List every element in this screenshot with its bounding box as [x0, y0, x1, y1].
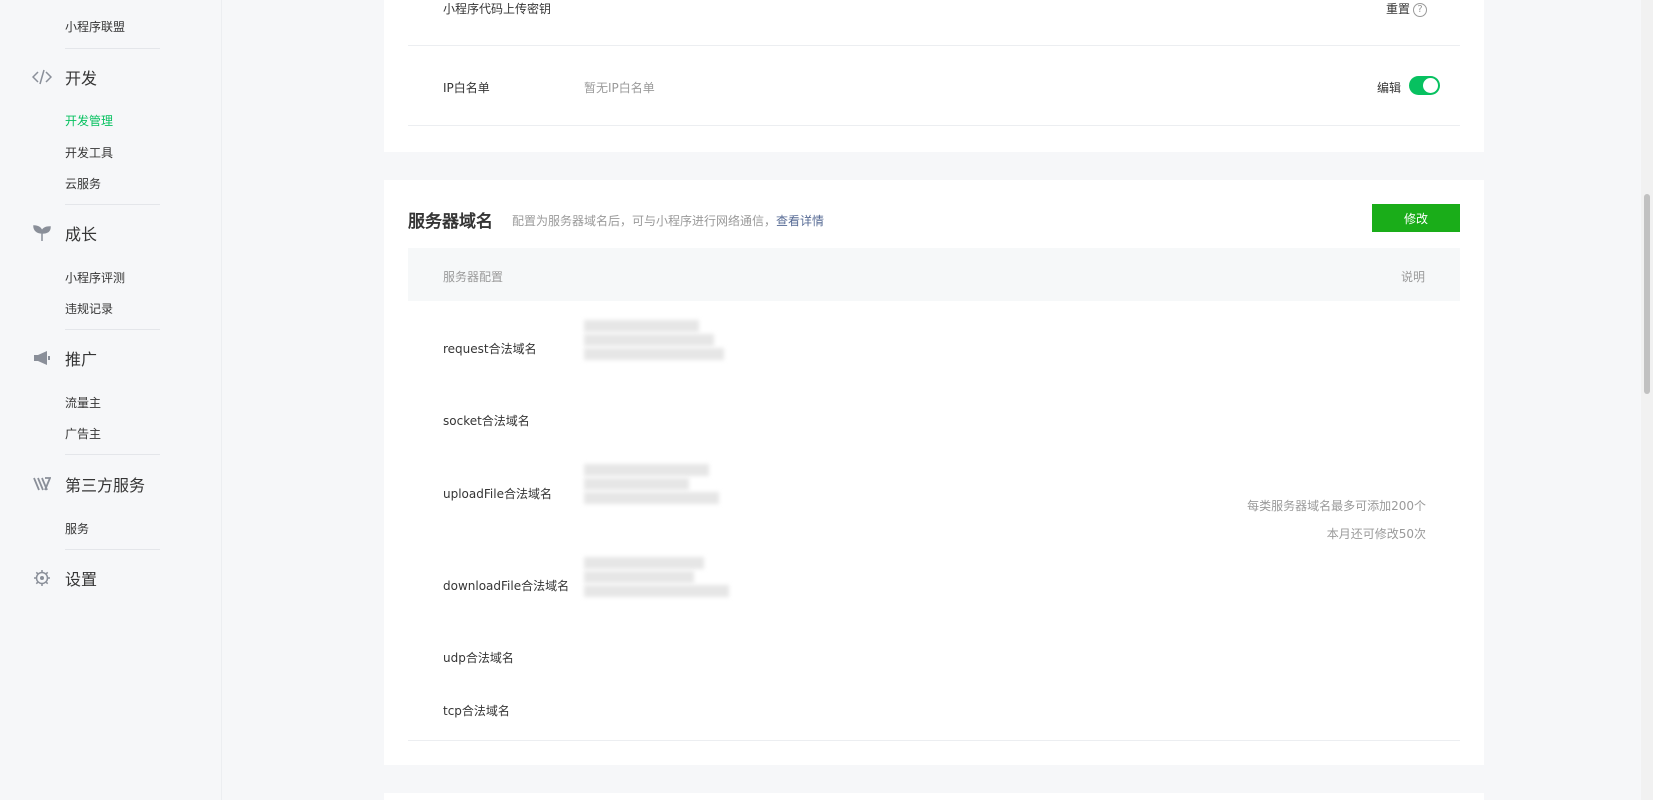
sidebar-item-service[interactable]: 服务	[65, 520, 89, 537]
reset-secret-link[interactable]: 重置?	[1386, 0, 1427, 17]
sidebar-item-advertiser[interactable]: 广告主	[65, 425, 101, 442]
sidebar-item-traffic-owner[interactable]: 流量主	[65, 394, 101, 411]
sidebar-group-promotion[interactable]: 推广	[32, 347, 97, 369]
ip-whitelist-value: 暂无IP白名单	[584, 81, 655, 95]
sidebar-divider	[65, 454, 160, 455]
sidebar-item-miniprogram-union[interactable]: 小程序联盟	[65, 18, 125, 35]
table-header: 服务器配置 说明	[408, 248, 1460, 301]
help-icon[interactable]: ?	[1413, 2, 1427, 17]
sidebar-item-miniprogram-review[interactable]: 小程序评测	[65, 269, 125, 286]
page-scrollbar[interactable]	[1641, 0, 1653, 800]
domain-limit-note: 每类服务器域名最多可添加200个	[1247, 499, 1426, 513]
server-domain-card: 服务器域名 配置为服务器域名后，可与小程序进行网络通信，查看详情 修改 服务器配…	[384, 180, 1484, 765]
sidebar-group-settings[interactable]: 设置	[32, 567, 97, 589]
row-divider	[408, 125, 1460, 126]
next-card	[384, 793, 1484, 800]
row-divider	[408, 740, 1460, 741]
toggle-knob	[1423, 78, 1438, 93]
gear-icon	[32, 568, 52, 588]
sidebar-group-growth[interactable]: 成长	[32, 222, 97, 244]
header-server-config: 服务器配置	[443, 270, 504, 284]
code-icon	[32, 67, 52, 87]
downloadfile-domain-values-blurred	[584, 557, 729, 599]
sidebar-divider	[65, 204, 160, 205]
sidebar-item-dev-tools[interactable]: 开发工具	[65, 144, 113, 161]
sidebar-item-dev-management[interactable]: 开发管理	[65, 112, 113, 129]
udp-domain-label: udp合法域名	[443, 651, 514, 665]
section-title: 服务器域名	[408, 212, 493, 232]
description-text: 配置为服务器域名后，可与小程序进行网络通信，	[512, 214, 777, 228]
header-note: 说明	[1400, 270, 1425, 284]
sidebar-group-label: 推广	[65, 350, 98, 369]
sidebar-item-violation-records[interactable]: 违规记录	[65, 300, 113, 317]
third-party-icon	[32, 474, 52, 494]
sidebar: 小程序联盟 开发 开发管理 开发工具 云服务 成长 小程序评测 违规记录 推广 …	[0, 0, 222, 800]
sprout-icon	[32, 223, 52, 243]
modify-button[interactable]: 修改	[1372, 204, 1460, 232]
sidebar-group-develop[interactable]: 开发	[32, 66, 97, 88]
sidebar-divider	[65, 549, 160, 550]
sidebar-group-third-party[interactable]: 第三方服务	[32, 473, 145, 495]
monthly-modify-note: 本月还可修改50次	[1326, 527, 1426, 541]
scrollbar-thumb[interactable]	[1644, 194, 1650, 394]
ip-whitelist-edit-link[interactable]: 编辑	[1377, 79, 1401, 96]
uploadfile-domain-values-blurred	[584, 464, 724, 506]
request-domain-label: request合法域名	[443, 342, 537, 356]
row-divider	[408, 45, 1460, 46]
sidebar-divider	[65, 329, 160, 330]
upload-secret-label: 小程序代码上传密钥	[443, 2, 552, 16]
sidebar-divider	[65, 48, 160, 49]
ip-whitelist-toggle[interactable]	[1409, 76, 1440, 95]
ip-whitelist-label: IP白名单	[443, 81, 490, 95]
sidebar-group-label: 成长	[65, 225, 98, 244]
megaphone-icon	[32, 348, 52, 368]
uploadfile-domain-label: uploadFile合法域名	[443, 487, 552, 501]
dev-settings-card: 小程序代码上传密钥 重置? IP白名单 暂无IP白名单 编辑	[384, 0, 1484, 152]
section-description: 配置为服务器域名后，可与小程序进行网络通信，查看详情	[512, 212, 824, 229]
socket-domain-label: socket合法域名	[443, 414, 530, 428]
sidebar-group-label: 开发	[65, 69, 98, 88]
reset-label: 重置	[1385, 2, 1410, 16]
sidebar-group-label: 第三方服务	[65, 476, 146, 495]
sidebar-group-label: 设置	[65, 570, 98, 589]
tcp-domain-label: tcp合法域名	[443, 704, 510, 718]
view-details-link[interactable]: 查看详情	[776, 214, 824, 228]
request-domain-values-blurred	[584, 320, 724, 362]
sidebar-item-cloud-service[interactable]: 云服务	[65, 175, 101, 192]
downloadfile-domain-label: downloadFile合法域名	[443, 579, 570, 593]
